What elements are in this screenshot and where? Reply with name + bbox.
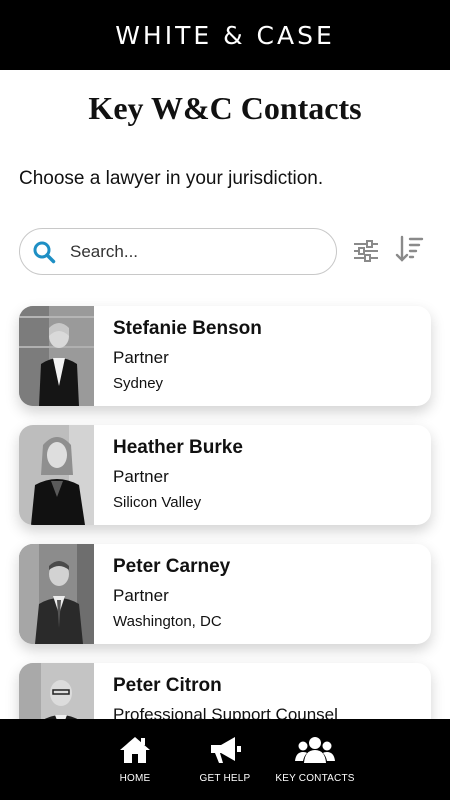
contact-card[interactable]: Stefanie Benson Partner Sydney	[19, 306, 431, 406]
contact-name: Peter Citron	[113, 675, 222, 696]
avatar	[19, 306, 94, 406]
contact-office: Sydney	[113, 375, 164, 392]
search-input[interactable]	[70, 241, 310, 262]
sort-descending-icon[interactable]	[395, 234, 425, 264]
brand-logo: WHITE & CASE	[115, 20, 335, 50]
avatar	[19, 425, 94, 525]
sliders-icon[interactable]	[351, 236, 381, 266]
app-header: WHITE & CASE	[0, 0, 450, 70]
contact-card[interactable]: Heather Burke Partner Silicon Valley	[19, 425, 431, 525]
contact-name: Heather Burke	[113, 437, 243, 458]
bottom-nav: HOME GET HELP KEY CONTACTS	[0, 719, 450, 800]
page-subtitle: Choose a lawyer in your jurisdiction.	[19, 168, 324, 189]
nav-key-contacts[interactable]: KEY CONTACTS	[270, 735, 360, 784]
nav-key-contacts-label: KEY CONTACTS	[275, 773, 355, 784]
contact-title: Partner	[113, 467, 169, 486]
contact-name: Peter Carney	[113, 556, 231, 577]
contact-office: Washington, DC	[113, 613, 222, 630]
nav-home[interactable]: HOME	[105, 735, 165, 784]
megaphone-icon	[211, 737, 241, 763]
page-title: Key W&C Contacts	[88, 90, 362, 126]
search-bar[interactable]	[19, 228, 337, 275]
users-icon	[295, 737, 335, 763]
contact-office: Silicon Valley	[113, 494, 202, 511]
avatar	[19, 544, 94, 644]
contact-name: Stefanie Benson	[113, 318, 262, 339]
home-icon	[120, 737, 150, 763]
contact-title: Partner	[113, 586, 169, 605]
nav-get-help[interactable]: GET HELP	[190, 735, 260, 784]
contact-card[interactable]: Peter Carney Partner Washington, DC	[19, 544, 431, 644]
nav-get-help-label: GET HELP	[199, 773, 251, 784]
contact-title: Partner	[113, 348, 169, 367]
search-icon[interactable]	[32, 240, 56, 264]
nav-home-label: HOME	[119, 773, 151, 784]
